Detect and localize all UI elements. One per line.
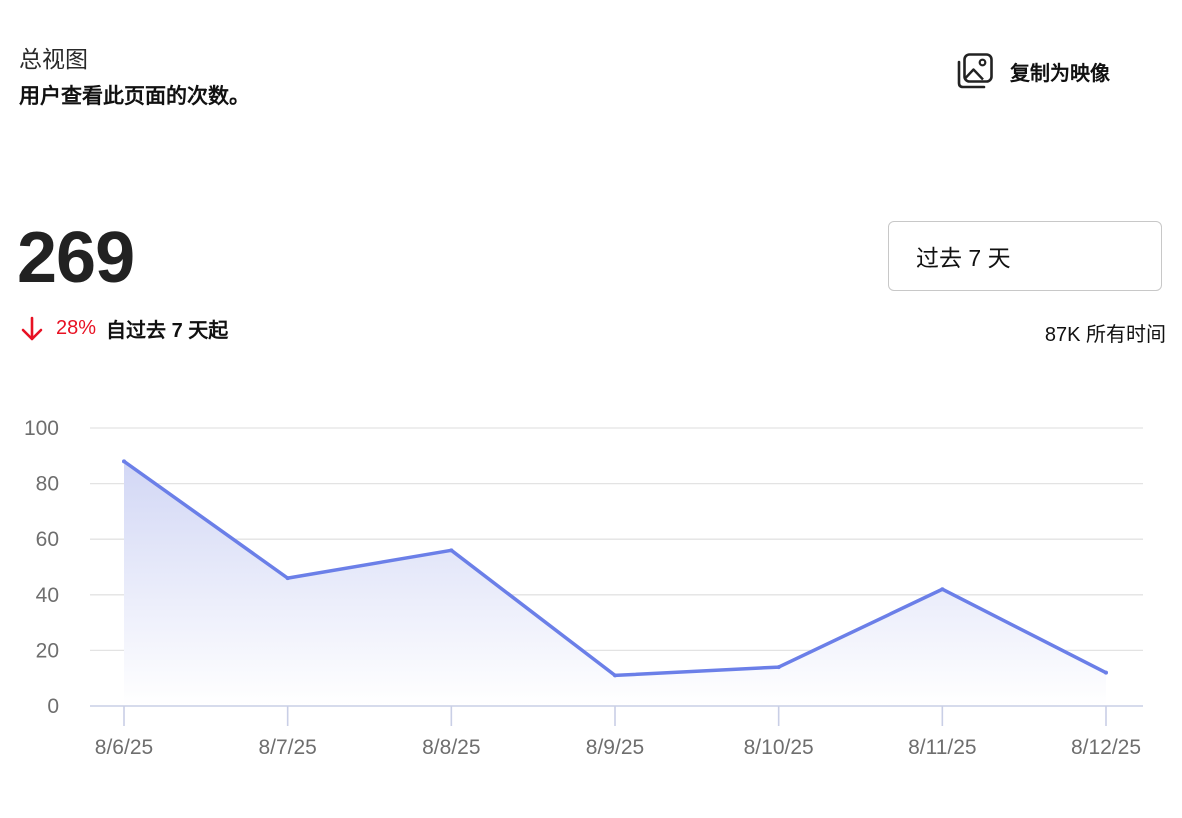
- data-point: [1104, 670, 1108, 675]
- data-point: [449, 548, 454, 553]
- y-tick-label: 80: [36, 473, 59, 496]
- arrow-down-icon: [21, 316, 43, 340]
- image-icon: [957, 53, 993, 89]
- page-subtitle: 用户查看此页面的次数。: [19, 85, 250, 108]
- date-range-select[interactable]: 过去 7 天: [888, 221, 1162, 291]
- change-percent: 28%: [56, 317, 97, 339]
- y-tick-label: 100: [24, 417, 59, 440]
- y-tick-label: 60: [36, 528, 59, 551]
- all-time-total: 87K 所有时间: [1044, 324, 1166, 346]
- data-point: [940, 587, 945, 592]
- x-tick-label: 8/11/25: [908, 736, 977, 759]
- data-point: [776, 665, 781, 670]
- total-views: 269: [17, 218, 135, 298]
- change-indicator: 28% 自过去 7 天起: [20, 314, 228, 343]
- data-point: [122, 459, 126, 464]
- x-tick-label: 8/12/25: [1071, 736, 1141, 759]
- series-area: [124, 461, 1106, 706]
- x-tick-label: 8/6/25: [95, 736, 153, 759]
- page-title: 总视图: [19, 46, 88, 72]
- data-point: [613, 673, 617, 678]
- x-tick-label: 8/8/25: [422, 736, 480, 759]
- copy-as-image-label: 复制为映像: [1010, 62, 1110, 85]
- x-tick-label: 8/7/25: [258, 736, 316, 759]
- views-area-chart: 0 20 40 60 80 100 8/6/25 8/7/25 8/8/25 8/9/25 8/10…: [24, 417, 1143, 759]
- y-tick-label: 0: [47, 695, 59, 718]
- x-tick-label: 8/9/25: [586, 736, 644, 759]
- change-since-label: 自过去 7 天起: [106, 320, 229, 342]
- data-point: [285, 576, 290, 581]
- x-tick-label: 8/10/25: [744, 736, 814, 759]
- copy-as-image-button[interactable]: 复制为映像: [956, 52, 1110, 90]
- y-tick-label: 40: [36, 584, 59, 607]
- y-tick-label: 20: [36, 639, 59, 662]
